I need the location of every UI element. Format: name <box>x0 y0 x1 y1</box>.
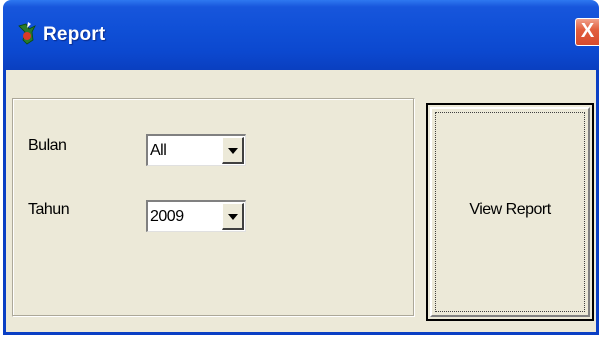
dropdown-arrow-icon[interactable] <box>222 203 244 230</box>
bulan-label: Bulan <box>28 137 67 154</box>
window-title: Report <box>43 24 106 45</box>
window-client-area: Bulan All Tahun 2009 View Report <box>6 70 596 332</box>
tahun-label: Tahun <box>28 201 70 218</box>
report-window: Report X Bulan All Tahun 2009 View Repor… <box>3 0 599 335</box>
bulan-selected-value: All <box>150 142 167 159</box>
tahun-selected-value: 2009 <box>150 208 184 225</box>
title-bar[interactable]: Report X <box>3 0 599 70</box>
report-app-icon <box>18 22 36 45</box>
tahun-dropdown[interactable]: 2009 <box>146 200 246 232</box>
view-report-button[interactable]: View Report <box>426 103 594 321</box>
bulan-dropdown[interactable]: All <box>146 134 246 166</box>
view-report-label: View Report <box>469 201 551 218</box>
dropdown-arrow-icon[interactable] <box>222 137 244 164</box>
close-icon: X <box>580 20 595 42</box>
close-button[interactable]: X <box>575 18 599 46</box>
